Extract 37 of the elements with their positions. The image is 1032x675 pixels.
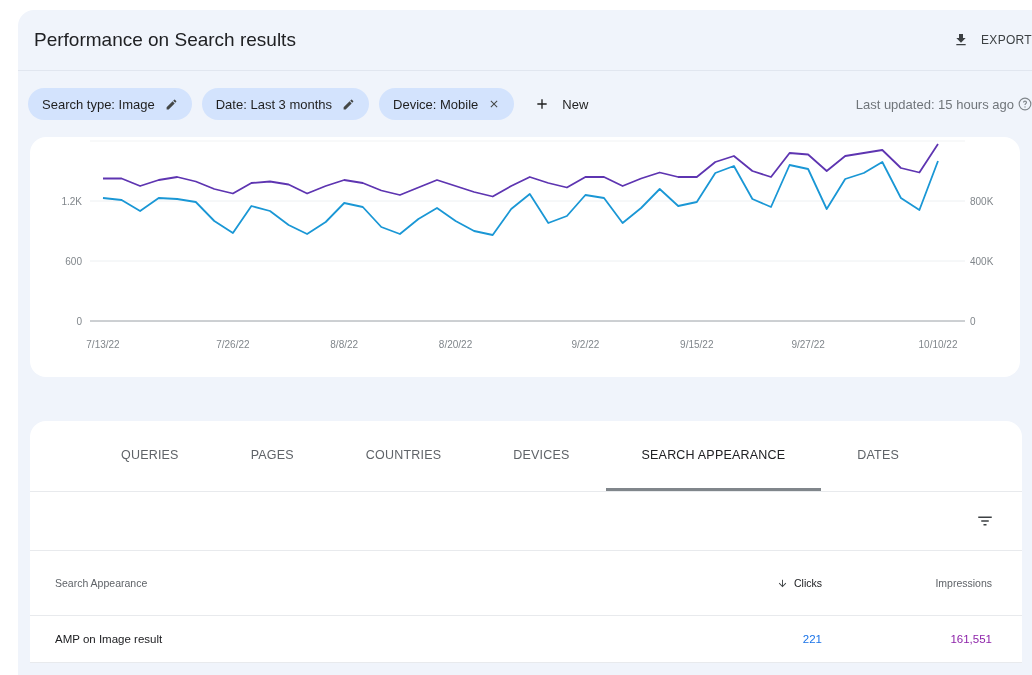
pencil-icon xyxy=(342,97,356,111)
filter-chip[interactable]: Search type: Image xyxy=(28,88,192,120)
tab[interactable]: SEARCH APPEARANCE xyxy=(605,421,822,491)
y-axis-label: 0 xyxy=(970,315,976,327)
x-axis-label: 7/26/22 xyxy=(216,339,250,350)
tab[interactable]: PAGES xyxy=(214,421,330,491)
tab[interactable]: DATES xyxy=(821,421,935,491)
last-updated-text: Last updated: 15 hours ago xyxy=(855,96,1014,112)
table-cell: 221 xyxy=(802,633,822,645)
new-filter-button[interactable]: New xyxy=(524,96,599,112)
column-header[interactable]: Search Appearance xyxy=(55,577,148,589)
y-axis-label: 800K xyxy=(970,195,994,207)
x-axis-label: 9/15/22 xyxy=(680,339,714,350)
x-axis-label: 8/20/22 xyxy=(438,339,473,350)
tab[interactable]: QUERIES xyxy=(85,421,215,491)
y-axis-label: 0 xyxy=(76,315,82,327)
table-cell-text: AMP on Image result xyxy=(55,633,164,645)
x-axis-label: 7/13/22 xyxy=(86,339,120,350)
arrow-down-icon[interactable] xyxy=(777,577,788,589)
pencil-icon xyxy=(164,97,178,111)
filter-chip[interactable]: Date: Last 3 months xyxy=(201,88,370,120)
export-button[interactable]: EXPORT xyxy=(953,32,1032,48)
column-header[interactable]: Impressions xyxy=(935,577,992,589)
y-axis-label: 400K xyxy=(970,255,994,267)
x-axis-label: 10/10/22 xyxy=(918,339,958,350)
help-icon[interactable] xyxy=(1018,97,1032,111)
page-title: Performance on Search results xyxy=(34,29,296,51)
x-axis-label: 8/8/22 xyxy=(330,339,359,350)
tab[interactable]: DEVICES xyxy=(477,421,606,491)
x-axis-label: 9/27/22 xyxy=(791,339,825,350)
table-cell: 161,551 xyxy=(950,633,992,645)
y-axis-label: 600 xyxy=(65,255,82,267)
x-axis-label: 9/2/22 xyxy=(571,339,600,350)
y-axis-label: 1.2K xyxy=(61,195,82,207)
tab[interactable]: COUNTRIES xyxy=(329,421,478,491)
column-header[interactable]: Clicks xyxy=(794,577,822,589)
filter-chip[interactable]: Device: Mobile xyxy=(379,88,515,120)
